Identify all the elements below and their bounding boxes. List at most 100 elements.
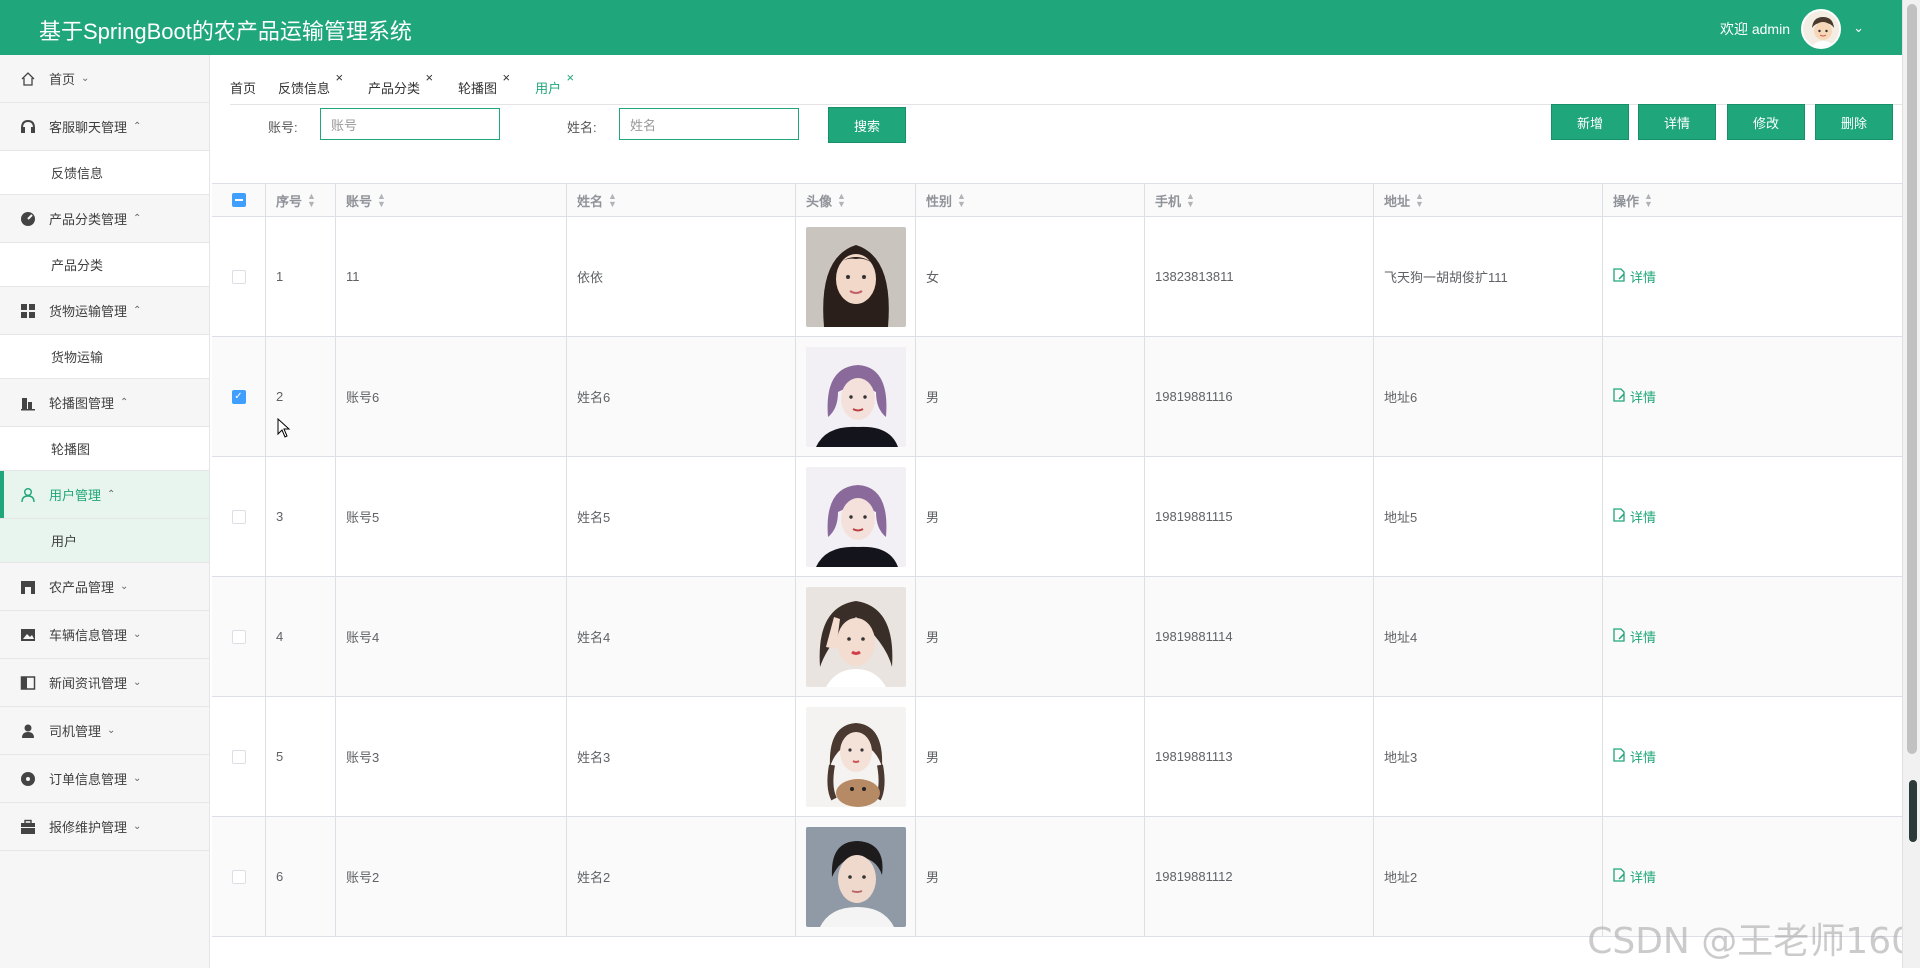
tab[interactable]: 产品分类 × xyxy=(368,70,433,97)
disc-icon xyxy=(19,770,36,787)
sidebar-item[interactable]: 新闻资讯管理 ⌄ xyxy=(0,659,209,707)
column-header[interactable]: 地址 ▲ ▼ xyxy=(1374,184,1603,216)
top-header: 基于SpringBoot的农产品运输管理系统 欢迎 admin ⌄ xyxy=(0,0,1902,55)
close-icon[interactable]: × xyxy=(335,70,343,85)
user-avatar-image[interactable] xyxy=(806,346,906,447)
tab[interactable]: 用户 × xyxy=(535,70,574,97)
index-cell: 6 xyxy=(266,817,336,936)
close-icon[interactable]: × xyxy=(425,70,433,85)
tab[interactable]: 轮播图 × xyxy=(458,70,510,97)
tab[interactable]: 首页 xyxy=(230,70,256,97)
table-row[interactable]: 1 11 依依女 13823813811 飞天狗一胡胡俊扩111 详情 xyxy=(212,217,1902,337)
close-icon[interactable]: × xyxy=(566,70,574,85)
sidebar-item[interactable]: 客服聊天管理 ⌃ xyxy=(0,103,209,151)
sidebar-item-label: 车辆信息管理 xyxy=(49,628,128,643)
table-row[interactable]: 5 账号3 姓名3 男 19819881113 地址3 详情 xyxy=(212,697,1902,817)
tab-label: 轮播图 xyxy=(458,80,498,96)
vertical-scrollbar[interactable] xyxy=(1902,0,1920,968)
sidebar-item-label: 农产品管理 xyxy=(49,580,115,595)
row-checkbox[interactable]: ✓ xyxy=(231,389,246,404)
chevron-down-icon: ⌄ xyxy=(133,821,142,832)
sidebar-subitem[interactable]: 轮播图 xyxy=(0,427,209,471)
sidebar-subitem[interactable]: 用户 xyxy=(0,519,209,563)
user-avatar-image[interactable] xyxy=(806,586,906,687)
row-checkbox[interactable] xyxy=(231,749,246,764)
account-cell: 账号3 xyxy=(336,697,567,816)
account-search-input[interactable]: 账号 xyxy=(320,108,500,140)
row-checkbox[interactable] xyxy=(231,269,246,284)
row-detail-link[interactable]: 详情 xyxy=(1613,627,1656,646)
select-all-checkbox[interactable] xyxy=(231,193,246,207)
column-header[interactable]: 手机 ▲ ▼ xyxy=(1145,184,1374,216)
search-button[interactable]: 搜索 xyxy=(828,107,906,143)
index-cell: 1 xyxy=(266,217,336,336)
detail-button[interactable]: 详情 xyxy=(1638,104,1716,140)
sidebar-item[interactable]: 订单信息管理 ⌄ xyxy=(0,755,209,803)
row-detail-link[interactable]: 详情 xyxy=(1613,507,1656,526)
sidebar-item[interactable]: 报修维护管理 ⌄ xyxy=(0,803,209,851)
account-placeholder: 账号 xyxy=(331,117,358,133)
user-table: 序号 ▲ ▼ 账号 ▲ ▼ 姓名 ▲ ▼ 头像 ▲ ▼ 性别 ▲ ▼ 手机 ▲ ▼ 地址 ▲ ▼ 操作 ▲ ▼ 1 11 依依女 1… xyxy=(212,183,1902,937)
name-search-input[interactable]: 姓名 xyxy=(619,108,799,140)
document-edit-icon xyxy=(1613,508,1626,525)
address-cell: 地址6 xyxy=(1374,337,1603,456)
column-header[interactable]: 姓名 ▲ ▼ xyxy=(567,184,796,216)
scrollbar-thumb[interactable] xyxy=(1907,4,1917,754)
table-row[interactable]: ✓ 2 账号6 姓名6 男 19819881116 地址6 详情 xyxy=(212,337,1902,457)
sidebar-item-label: 轮播图管理 xyxy=(49,396,115,411)
row-checkbox[interactable] xyxy=(231,629,246,644)
chevron-down-icon[interactable]: ⌄ xyxy=(1853,20,1864,36)
column-header-label: 性别 xyxy=(926,193,953,209)
row-checkbox[interactable] xyxy=(231,509,246,524)
delete-button[interactable]: 删除 xyxy=(1815,104,1893,140)
sort-icon[interactable]: ▲ ▼ xyxy=(1644,192,1653,209)
sort-icon[interactable]: ▲ ▼ xyxy=(837,192,846,209)
sidebar-item[interactable]: 用户管理 ⌃ xyxy=(0,471,209,519)
column-header[interactable]: 账号 ▲ ▼ xyxy=(336,184,567,216)
chevron-down-icon: ⌄ xyxy=(107,725,116,736)
sidebar-item[interactable]: 轮播图管理 ⌃ xyxy=(0,379,209,427)
row-detail-link[interactable]: 详情 xyxy=(1613,747,1656,766)
user-avatar-image[interactable] xyxy=(806,226,906,327)
user-avatar-image[interactable] xyxy=(806,706,906,807)
column-header[interactable]: 头像 ▲ ▼ xyxy=(796,184,916,216)
document-edit-icon xyxy=(1613,628,1626,645)
sidebar-item[interactable]: 货物运输管理 ⌃ xyxy=(0,287,209,335)
document-edit-icon xyxy=(1613,748,1626,765)
sort-icon[interactable]: ▲ ▼ xyxy=(608,192,617,209)
row-detail-link[interactable]: 详情 xyxy=(1613,867,1656,886)
user-avatar-image[interactable] xyxy=(806,826,906,927)
column-header[interactable]: 操作 ▲ ▼ xyxy=(1603,184,1902,216)
avatar-cell xyxy=(796,697,916,816)
sort-icon[interactable]: ▲ ▼ xyxy=(307,192,316,209)
tab[interactable]: 反馈信息 × xyxy=(278,70,343,97)
row-detail-link[interactable]: 详情 xyxy=(1613,267,1656,286)
edit-button[interactable]: 修改 xyxy=(1727,104,1805,140)
sidebar-subitem[interactable]: 反馈信息 xyxy=(0,151,209,195)
name-cell: 姓名2 xyxy=(567,817,796,936)
close-icon[interactable]: × xyxy=(502,70,510,85)
sidebar-item[interactable]: 产品分类管理 ⌃ xyxy=(0,195,209,243)
user-avatar-image[interactable] xyxy=(806,466,906,567)
row-detail-link[interactable]: 详情 xyxy=(1613,387,1656,406)
sidebar-subitem[interactable]: 产品分类 xyxy=(0,243,209,287)
table-row[interactable]: 3 账号5 姓名5 男 19819881115 地址5 详情 xyxy=(212,457,1902,577)
sidebar-item[interactable]: 车辆信息管理 ⌄ xyxy=(0,611,209,659)
sort-icon[interactable]: ▲ ▼ xyxy=(377,192,386,209)
add-button[interactable]: 新增 xyxy=(1551,104,1629,140)
sidebar-subitem[interactable]: 货物运输 xyxy=(0,335,209,379)
sidebar-item[interactable]: 首页 ⌄ xyxy=(0,55,209,103)
column-header[interactable]: 性别 ▲ ▼ xyxy=(916,184,1145,216)
admin-avatar[interactable] xyxy=(1801,9,1841,49)
sidebar-item[interactable]: 司机管理 ⌄ xyxy=(0,707,209,755)
row-checkbox[interactable] xyxy=(231,869,246,884)
sort-icon[interactable]: ▲ ▼ xyxy=(1415,192,1424,209)
column-header[interactable]: 序号 ▲ ▼ xyxy=(266,184,336,216)
row-detail-label: 详情 xyxy=(1630,630,1657,645)
sidebar-item[interactable]: 农产品管理 ⌄ xyxy=(0,563,209,611)
table-row[interactable]: 4 账号4 姓名4 男 19819881114 地址4 详情 xyxy=(212,577,1902,697)
picture-icon xyxy=(19,626,36,643)
sort-icon[interactable]: ▲ ▼ xyxy=(1186,192,1195,209)
document-edit-icon xyxy=(1613,388,1626,405)
sort-icon[interactable]: ▲ ▼ xyxy=(957,192,966,209)
